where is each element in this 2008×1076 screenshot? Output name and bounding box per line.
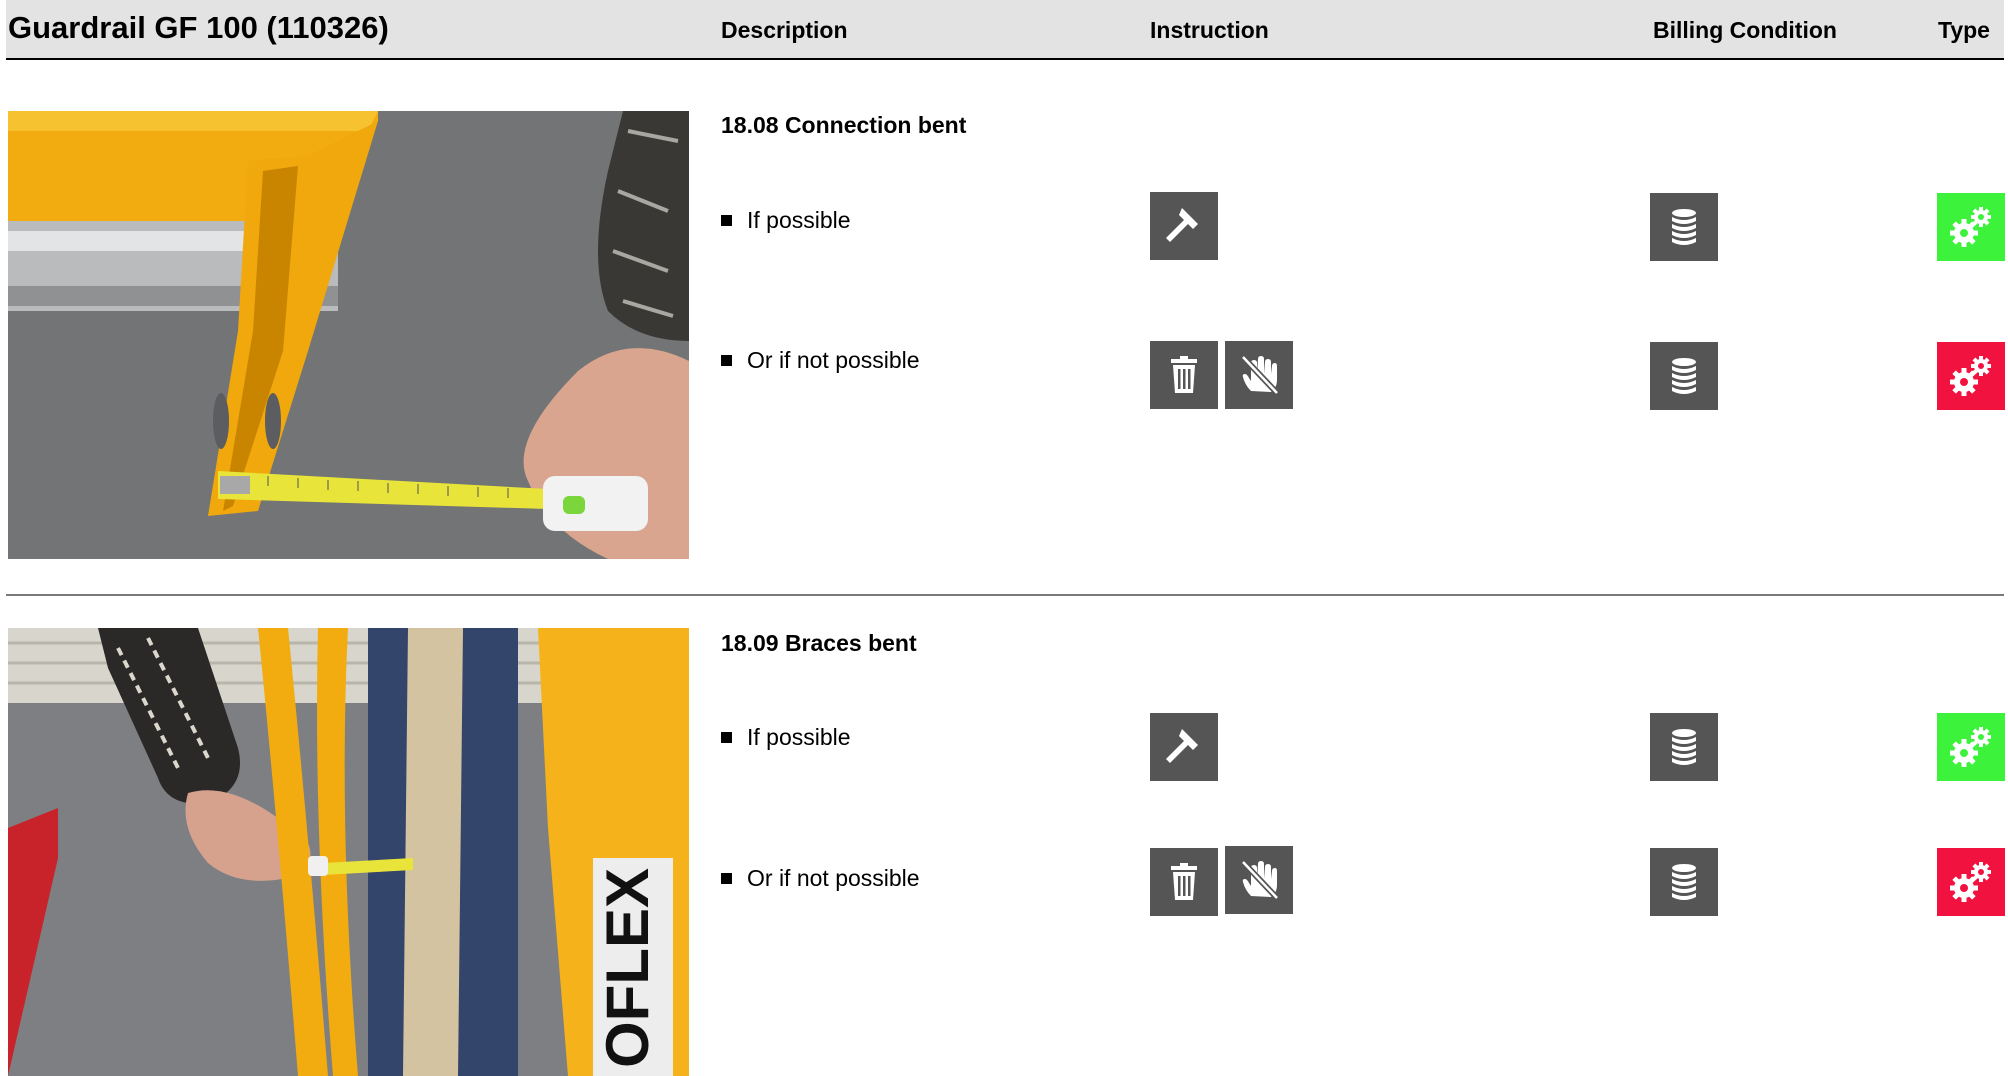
bullet-icon <box>721 355 732 366</box>
bullet-icon <box>721 873 732 884</box>
section-divider <box>6 594 2004 596</box>
option-label: If possible <box>747 724 851 750</box>
hammer-icon <box>1150 713 1218 781</box>
photo-connection-bent <box>8 111 689 559</box>
section-heading: 18.08 Connection bent <box>721 112 967 138</box>
option-if-possible: If possible <box>721 207 851 234</box>
coin-stack-icon <box>1650 193 1718 261</box>
column-header-description: Description <box>721 17 848 43</box>
photo-label-oflex: OFLEX <box>594 868 661 1068</box>
trash-icon <box>1150 341 1218 409</box>
option-label: Or if not possible <box>747 347 920 373</box>
coin-stack-icon <box>1650 713 1718 781</box>
bullet-icon <box>721 215 732 226</box>
no-hand-icon <box>1225 846 1293 914</box>
column-header-type: Type <box>1938 17 1990 43</box>
page-title: Guardrail GF 100 (110326) <box>8 10 389 45</box>
option-if-not-possible: Or if not possible <box>721 347 920 374</box>
option-if-possible: If possible <box>721 724 851 751</box>
section-heading: 18.09 Braces bent <box>721 630 917 656</box>
bullet-icon <box>721 732 732 743</box>
trash-icon <box>1150 848 1218 916</box>
hammer-icon <box>1150 192 1218 260</box>
column-header-instruction: Instruction <box>1150 17 1269 43</box>
photo-braces-bent: OFLEX <box>8 628 689 1076</box>
gears-icon <box>1937 342 2005 410</box>
table-header: Guardrail GF 100 (110326) Description In… <box>6 0 2004 60</box>
option-label: Or if not possible <box>747 865 920 891</box>
option-if-not-possible: Or if not possible <box>721 865 920 892</box>
coin-stack-icon <box>1650 342 1718 410</box>
coin-stack-icon <box>1650 848 1718 916</box>
column-header-billing: Billing Condition <box>1653 17 1837 43</box>
gears-icon <box>1937 193 2005 261</box>
gears-icon <box>1937 848 2005 916</box>
option-label: If possible <box>747 207 851 233</box>
no-hand-icon <box>1225 341 1293 409</box>
gears-icon <box>1937 713 2005 781</box>
